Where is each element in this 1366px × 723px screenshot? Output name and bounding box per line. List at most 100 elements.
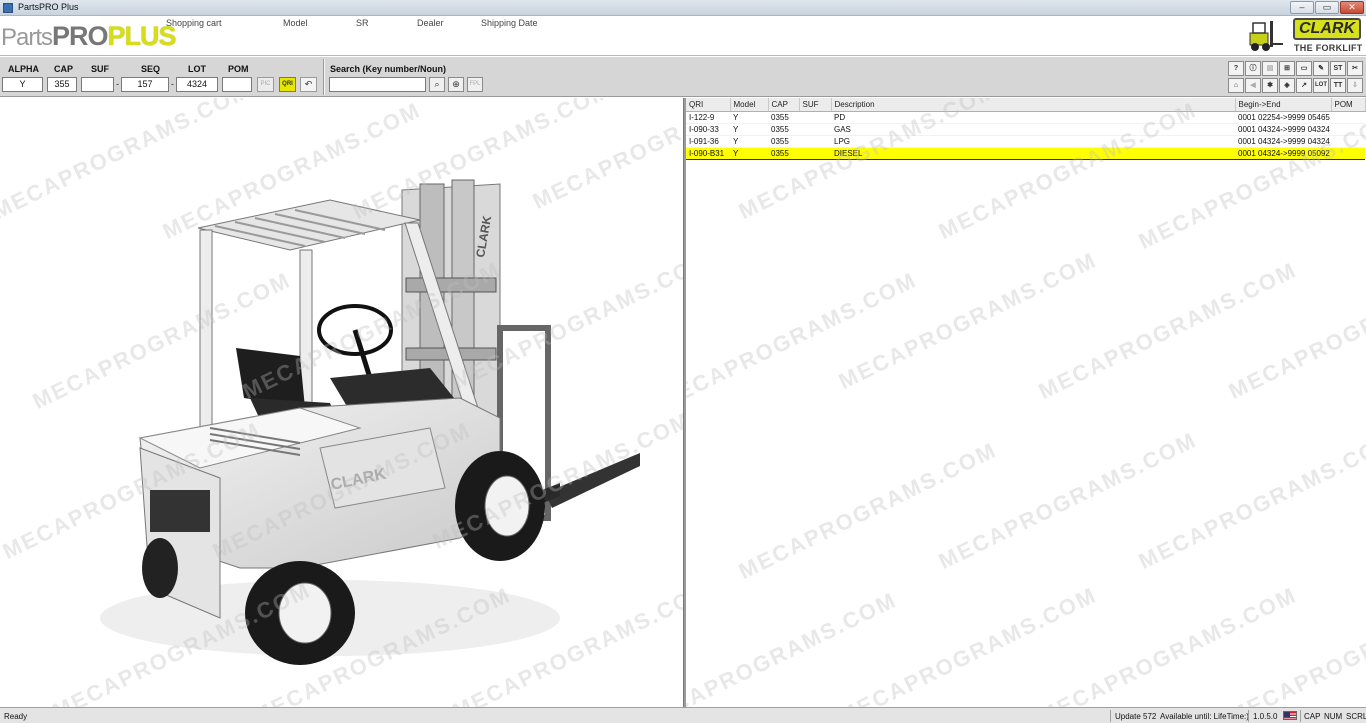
cap-field[interactable]: 355 bbox=[47, 77, 77, 92]
close-button[interactable]: ✕ bbox=[1340, 1, 1364, 14]
us-flag-icon[interactable] bbox=[1283, 711, 1297, 720]
status-divider bbox=[1110, 710, 1111, 722]
cell-description: PD bbox=[831, 111, 1235, 124]
menu-model[interactable]: Model bbox=[283, 18, 308, 28]
table-row-selected[interactable]: I-090-B31 Y 0355 DIESEL 0001 04324->9999… bbox=[686, 146, 1365, 160]
partspro-logo: PartsPROPLUS bbox=[1, 16, 177, 56]
status-available: Available until: LifeTime:) bbox=[1160, 712, 1249, 721]
forklift-illustration: CLARK CLARK bbox=[100, 179, 640, 665]
print-icon[interactable]: ▤ bbox=[1262, 61, 1278, 76]
back-arrow-icon[interactable]: ↶ bbox=[300, 77, 317, 92]
table-row[interactable]: I-091-36 Y 0355 LPG 0001 04324->9999 043… bbox=[686, 135, 1365, 148]
maximize-button[interactable]: ▭ bbox=[1315, 1, 1339, 14]
cell-suf bbox=[799, 135, 831, 148]
table-row[interactable]: I-090-33 Y 0355 GAS 0001 04324->9999 043… bbox=[686, 123, 1365, 136]
tag-icon[interactable]: ◈ bbox=[1279, 78, 1295, 93]
prev-icon[interactable]: ◀ bbox=[1245, 78, 1261, 93]
alpha-field[interactable]: Y bbox=[2, 77, 43, 92]
forklift-icon bbox=[1249, 21, 1283, 51]
status-ready: Ready bbox=[4, 712, 28, 721]
cell-qri: I-122-9 bbox=[686, 111, 730, 124]
separator-dash: - bbox=[171, 79, 174, 89]
watermark: MECAPROGRAMS.COM bbox=[686, 267, 921, 414]
cell-model: Y bbox=[730, 111, 768, 124]
help-icon[interactable]: ? bbox=[1228, 61, 1244, 76]
toolbar-divider bbox=[323, 59, 325, 95]
status-bar: Ready Update 572 Available until: LifeTi… bbox=[0, 707, 1366, 723]
menu-sr[interactable]: SR bbox=[356, 18, 369, 28]
cell-description: DIESEL bbox=[831, 146, 1235, 160]
cell-description: LPG bbox=[831, 135, 1235, 148]
logo-pro: PRO bbox=[52, 21, 109, 51]
watermark: MECAPROGRAMS.COM bbox=[934, 427, 1201, 574]
suf-label: SUF bbox=[91, 64, 109, 74]
minimize-button[interactable]: – bbox=[1290, 1, 1314, 14]
cell-suf bbox=[799, 123, 831, 136]
column-header-cap[interactable]: CAP bbox=[768, 98, 800, 112]
separator-dash: - bbox=[116, 79, 119, 89]
watermark: MECAPROGRAMS.COM bbox=[1224, 257, 1366, 404]
seq-label: SEQ bbox=[141, 64, 161, 74]
watermark: MECAPROGRAMS.COM bbox=[834, 247, 1101, 394]
clark-logo: CLARK THE FORKLIFT bbox=[1244, 17, 1364, 55]
fpl-button[interactable]: FPL bbox=[467, 77, 483, 92]
suf-field[interactable] bbox=[81, 77, 114, 92]
qri-button[interactable]: QRI bbox=[279, 77, 296, 92]
table-row[interactable]: I-122-9 Y 0355 PD 0001 02254->9999 05465 bbox=[686, 111, 1365, 124]
cell-pom bbox=[1331, 146, 1365, 160]
menu-shipping-date[interactable]: Shipping Date bbox=[481, 18, 538, 28]
lot-field[interactable]: 4324 bbox=[176, 77, 218, 92]
menu-shopping-cart[interactable]: Shopping cart bbox=[166, 18, 222, 28]
cell-model: Y bbox=[730, 146, 768, 160]
watermark: MECAPROGRAMS.COM bbox=[686, 587, 901, 707]
cell-cap: 0355 bbox=[768, 111, 799, 124]
cell-cap: 0355 bbox=[768, 123, 799, 136]
cell-suf bbox=[799, 146, 831, 160]
cart-icon[interactable]: ⊞ bbox=[1279, 61, 1295, 76]
download-icon[interactable]: ⇩ bbox=[1347, 78, 1363, 93]
tt-button[interactable]: TT bbox=[1330, 78, 1346, 93]
tools-icon[interactable]: ✂ bbox=[1347, 61, 1363, 76]
pom-label: POM bbox=[228, 64, 249, 74]
link-icon[interactable]: ↗ bbox=[1296, 78, 1312, 93]
cell-cap: 0355 bbox=[768, 135, 799, 148]
app-header: PartsPROPLUS Shopping cart Model SR Deal… bbox=[0, 16, 1366, 56]
logo-parts: Parts bbox=[1, 24, 53, 51]
column-header-qri[interactable]: QRI bbox=[686, 98, 731, 112]
toolbar: ALPHA Y CAP 355 SUF - SEQ 157 - LOT 4324… bbox=[0, 57, 1366, 97]
status-cap: CAP bbox=[1304, 712, 1321, 721]
cell-qri: I-091-36 bbox=[686, 135, 730, 148]
watermark: MECAPROGRAMS.COM bbox=[1034, 582, 1301, 707]
search-icon[interactable]: ⌕ bbox=[429, 77, 445, 92]
edit-icon[interactable]: ✎ bbox=[1313, 61, 1329, 76]
column-header-pom[interactable]: POM bbox=[1331, 98, 1366, 112]
qri-table: QRI Model CAP SUF Description Begin->End… bbox=[686, 98, 1366, 160]
search-label: Search (Key number/Noun) bbox=[330, 64, 447, 74]
seq-field[interactable]: 157 bbox=[121, 77, 169, 92]
watermark: MECAPROGRAMS.COM bbox=[1134, 427, 1366, 574]
clark-tagline: THE FORKLIFT bbox=[1294, 43, 1363, 53]
pin-icon[interactable]: ✱ bbox=[1262, 78, 1278, 93]
info-icon[interactable]: ⓘ bbox=[1245, 61, 1261, 76]
lot-button[interactable]: LOT bbox=[1313, 78, 1329, 93]
st-button[interactable]: ST bbox=[1330, 61, 1346, 76]
cell-pom bbox=[1331, 135, 1365, 148]
pic-button[interactable]: PIC bbox=[257, 77, 274, 92]
illustration-panel[interactable]: CLARK CLARK MECAPROGRAMS.COM MECAPROGRAM… bbox=[0, 98, 684, 707]
home-icon[interactable]: ⌂ bbox=[1228, 78, 1244, 93]
column-header-model[interactable]: Model bbox=[730, 98, 769, 112]
cell-qri: I-090-33 bbox=[686, 123, 730, 136]
column-header-begin-end[interactable]: Begin->End bbox=[1235, 98, 1332, 112]
watermark: MECAPROGRAMS.COM bbox=[1224, 582, 1366, 707]
watermark: MECAPROGRAMS.COM bbox=[834, 582, 1101, 707]
menu-dealer[interactable]: Dealer bbox=[417, 18, 444, 28]
keyboard-icon[interactable]: ▭ bbox=[1296, 61, 1312, 76]
cap-label: CAP bbox=[54, 64, 74, 74]
search-input[interactable] bbox=[329, 77, 426, 92]
column-header-description[interactable]: Description bbox=[831, 98, 1236, 112]
column-header-suf[interactable]: SUF bbox=[799, 98, 832, 112]
zoom-search-icon[interactable]: ⊕ bbox=[448, 77, 464, 92]
cell-range: 0001 04324->9999 04324 bbox=[1235, 135, 1331, 148]
pom-field[interactable] bbox=[222, 77, 252, 92]
status-divider bbox=[1300, 710, 1301, 722]
